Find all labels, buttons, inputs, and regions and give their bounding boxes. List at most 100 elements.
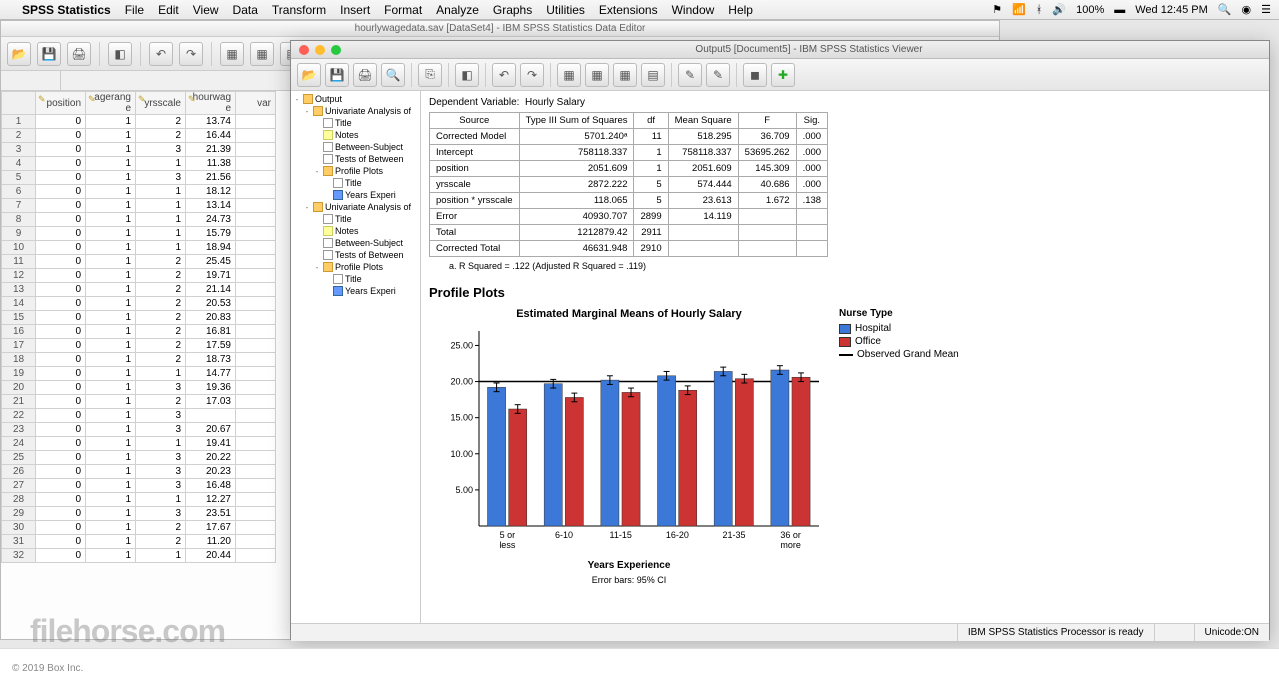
- print-icon[interactable]: 🖨: [353, 63, 377, 87]
- menu-data[interactable]: Data: [233, 3, 258, 17]
- table-row[interactable]: 1201219.71: [2, 269, 276, 283]
- table-row[interactable]: 2101217.03: [2, 395, 276, 409]
- menu-format[interactable]: Format: [384, 3, 422, 17]
- anova-row[interactable]: Intercept758118.3371758118.33753695.262.…: [430, 145, 828, 161]
- menu-file[interactable]: File: [125, 3, 144, 17]
- outline-node[interactable]: -Profile Plots: [293, 165, 418, 177]
- outline-node[interactable]: -Univariate Analysis of: [293, 201, 418, 213]
- anova-row[interactable]: position2051.60912051.609145.309.000: [430, 161, 828, 177]
- run-icon[interactable]: ✚: [771, 63, 795, 87]
- outline-node[interactable]: Tests of Between: [293, 153, 418, 165]
- outline-node[interactable]: Title: [293, 213, 418, 225]
- menu-graphs[interactable]: Graphs: [493, 3, 532, 17]
- table-row[interactable]: 601118.12: [2, 185, 276, 199]
- tray-icon[interactable]: ⚑: [992, 3, 1002, 16]
- anova-row[interactable]: position * yrsscale118.065523.6131.672.1…: [430, 193, 828, 209]
- undo-icon[interactable]: ↶: [149, 42, 173, 66]
- table-row[interactable]: 1701217.59: [2, 339, 276, 353]
- table-row[interactable]: 801124.73: [2, 213, 276, 227]
- redo-icon[interactable]: ↷: [520, 63, 544, 87]
- outline-node[interactable]: Between-Subject: [293, 141, 418, 153]
- table-row[interactable]: 901115.79: [2, 227, 276, 241]
- viewer-titlebar[interactable]: Output5 [Document5] - IBM SPSS Statistic…: [291, 41, 1269, 59]
- table-row[interactable]: 1801218.73: [2, 353, 276, 367]
- table-row[interactable]: 501321.56: [2, 171, 276, 185]
- table-row[interactable]: 2401119.41: [2, 437, 276, 451]
- table-row[interactable]: 2301320.67: [2, 423, 276, 437]
- table-row[interactable]: 201216.44: [2, 129, 276, 143]
- table-row[interactable]: 2801112.27: [2, 493, 276, 507]
- column-header[interactable]: ✎hourwag e: [186, 92, 236, 115]
- redo-icon[interactable]: ↷: [179, 42, 203, 66]
- menu-help[interactable]: Help: [728, 3, 753, 17]
- anova-row[interactable]: Corrected Total46631.9482910: [430, 241, 828, 257]
- goto-case-icon[interactable]: ▦: [585, 63, 609, 87]
- notification-icon[interactable]: ☰: [1261, 3, 1271, 16]
- insert-text-icon[interactable]: ✎: [706, 63, 730, 87]
- export-icon[interactable]: ⎘: [418, 63, 442, 87]
- table-row[interactable]: 101213.74: [2, 115, 276, 129]
- table-row[interactable]: 1301221.14: [2, 283, 276, 297]
- bluetooth-icon[interactable]: ᚼ: [1036, 4, 1043, 16]
- menu-insert[interactable]: Insert: [340, 3, 370, 17]
- goto-var-icon[interactable]: ▦: [250, 42, 274, 66]
- outline-node[interactable]: Tests of Between: [293, 249, 418, 261]
- app-name[interactable]: SPSS Statistics: [22, 3, 111, 17]
- print-preview-icon[interactable]: 🔍: [381, 63, 405, 87]
- recall-dialog-icon[interactable]: ◧: [108, 42, 132, 66]
- designate-window-icon[interactable]: ◼: [743, 63, 767, 87]
- outline-node[interactable]: -Profile Plots: [293, 261, 418, 273]
- table-row[interactable]: 2001319.36: [2, 381, 276, 395]
- table-row[interactable]: 1901114.77: [2, 367, 276, 381]
- table-row[interactable]: 701113.14: [2, 199, 276, 213]
- print-icon[interactable]: 🖨: [67, 42, 91, 66]
- data-grid[interactable]: ✎position✎agerang e✎yrsscale✎hourwag eva…: [1, 91, 276, 563]
- column-header[interactable]: var: [236, 92, 276, 115]
- open-icon[interactable]: 📂: [7, 42, 31, 66]
- menu-view[interactable]: View: [193, 3, 219, 17]
- wifi-icon[interactable]: 📶: [1012, 3, 1026, 16]
- profile-plot-chart[interactable]: Estimated Marginal Means of Hourly Salar…: [429, 308, 1261, 585]
- menu-extensions[interactable]: Extensions: [599, 3, 658, 17]
- insert-icon[interactable]: ✎: [678, 63, 702, 87]
- table-row[interactable]: 2501320.22: [2, 451, 276, 465]
- outline-node[interactable]: Notes: [293, 225, 418, 237]
- output-outline[interactable]: -Output-Univariate Analysis ofTitleNotes…: [291, 91, 421, 623]
- battery-status[interactable]: 100%: [1076, 4, 1104, 16]
- table-row[interactable]: 3201120.44: [2, 549, 276, 563]
- select-cases-icon[interactable]: ▤: [641, 63, 665, 87]
- menu-window[interactable]: Window: [672, 3, 715, 17]
- outline-node[interactable]: Between-Subject: [293, 237, 418, 249]
- minimize-icon[interactable]: [315, 45, 325, 55]
- battery-icon[interactable]: ▬: [1114, 4, 1125, 16]
- table-row[interactable]: 1101225.45: [2, 255, 276, 269]
- table-row[interactable]: 2701316.48: [2, 479, 276, 493]
- search-icon[interactable]: 🔍: [1218, 3, 1232, 16]
- outline-node[interactable]: -Output: [293, 93, 418, 105]
- goto-data-icon[interactable]: ▦: [557, 63, 581, 87]
- menu-edit[interactable]: Edit: [158, 3, 179, 17]
- table-row[interactable]: 401111.38: [2, 157, 276, 171]
- output-content[interactable]: Dependent Variable: Hourly Salary Source…: [421, 91, 1269, 623]
- undo-icon[interactable]: ↶: [492, 63, 516, 87]
- column-header[interactable]: ✎position: [36, 92, 86, 115]
- variables-icon[interactable]: ▦: [613, 63, 637, 87]
- outline-node[interactable]: Notes: [293, 129, 418, 141]
- anova-row[interactable]: Error40930.707289914.119: [430, 209, 828, 225]
- anova-row[interactable]: Corrected Model5701.240ᵃ11518.29536.709.…: [430, 129, 828, 145]
- column-header[interactable]: ✎yrsscale: [136, 92, 186, 115]
- anova-row[interactable]: yrsscale2872.2225574.44440.686.000: [430, 177, 828, 193]
- volume-icon[interactable]: 🔊: [1052, 3, 1066, 16]
- outline-node[interactable]: -Univariate Analysis of: [293, 105, 418, 117]
- table-row[interactable]: 22013: [2, 409, 276, 423]
- column-header[interactable]: ✎agerang e: [86, 92, 136, 115]
- open-icon[interactable]: 📂: [297, 63, 321, 87]
- recall-dialog-icon[interactable]: ◧: [455, 63, 479, 87]
- menu-utilities[interactable]: Utilities: [546, 3, 585, 17]
- anova-table[interactable]: SourceType III Sum of SquaresdfMean Squa…: [429, 112, 828, 257]
- table-row[interactable]: 2601320.23: [2, 465, 276, 479]
- table-row[interactable]: 1001118.94: [2, 241, 276, 255]
- save-icon[interactable]: 💾: [37, 42, 61, 66]
- table-row[interactable]: 3001217.67: [2, 521, 276, 535]
- outline-node[interactable]: Title: [293, 117, 418, 129]
